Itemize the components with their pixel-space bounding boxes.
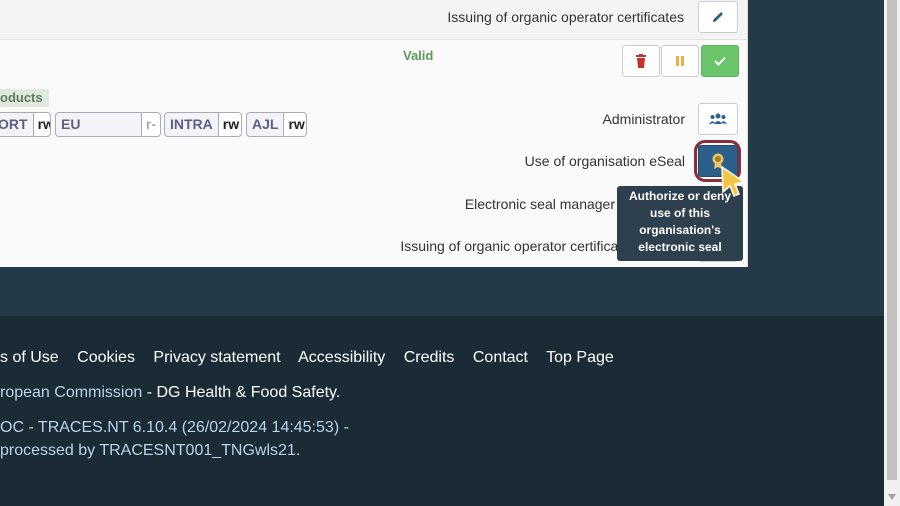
- footer-link-privacy[interactable]: Privacy statement: [153, 349, 280, 366]
- delete-button[interactable]: [622, 45, 660, 77]
- eseal-label: Use of organisation eSeal: [524, 153, 685, 169]
- suspend-button[interactable]: [661, 45, 699, 77]
- administrator-role-button[interactable]: [698, 103, 738, 135]
- footer-link-terms[interactable]: s of Use: [0, 349, 59, 366]
- check-icon: [714, 56, 726, 66]
- organic-issuing-label: Issuing of organic operator certificates: [400, 238, 637, 254]
- permission-chip-ajl: AJL rw: [246, 112, 307, 137]
- footer-link-top-page[interactable]: Top Page: [546, 349, 614, 366]
- permission-chip-intra: INTRA rw: [164, 112, 242, 137]
- pencil-icon: [713, 12, 723, 22]
- permission-chip-eu-import: EU IMPORT r-: [55, 112, 161, 137]
- users-icon: [709, 113, 727, 124]
- administrator-label: Administrator: [602, 111, 685, 127]
- status-badge-valid: Valid: [403, 48, 434, 63]
- mouse-cursor-icon: [721, 165, 746, 197]
- footer-owner: ropean Commission - DG Health & Food Saf…: [0, 384, 341, 401]
- scroll-down-arrow-icon[interactable]: [886, 492, 898, 502]
- pause-icon: [676, 56, 684, 66]
- footer-processed-by: processed by TRACESNT001_TNGwls21.: [0, 442, 301, 459]
- footer-link-cookies[interactable]: Cookies: [77, 349, 135, 366]
- top-authority-row: Issuing of organic operator certificates: [0, 0, 747, 40]
- footer-link-contact[interactable]: Contact: [473, 349, 528, 366]
- approve-button[interactable]: [701, 45, 739, 77]
- footer-link-credits[interactable]: Credits: [404, 349, 455, 366]
- products-tag: oducts: [0, 89, 49, 107]
- scrollbar-thumb[interactable]: [887, 0, 897, 480]
- site-footer: [0, 316, 884, 506]
- permission-chip-ort: ORT rw: [0, 112, 51, 137]
- dg-link[interactable]: DG Health & Food Safety: [157, 384, 336, 401]
- commission-link[interactable]: ropean Commission: [0, 384, 142, 401]
- edit-button[interactable]: [698, 1, 738, 33]
- trash-icon: [636, 54, 646, 68]
- footer-version: OC - TRACES.NT 6.10.4 (26/02/2024 14:45:…: [0, 419, 349, 436]
- footer-link-accessibility[interactable]: Accessibility: [298, 349, 385, 366]
- organic-issuing-label-top: Issuing of organic operator certificates: [447, 9, 684, 25]
- footer-links: s of Use Cookies Privacy statement Acces…: [0, 349, 628, 367]
- eseal-manager-label: Electronic seal manager: [464, 196, 615, 212]
